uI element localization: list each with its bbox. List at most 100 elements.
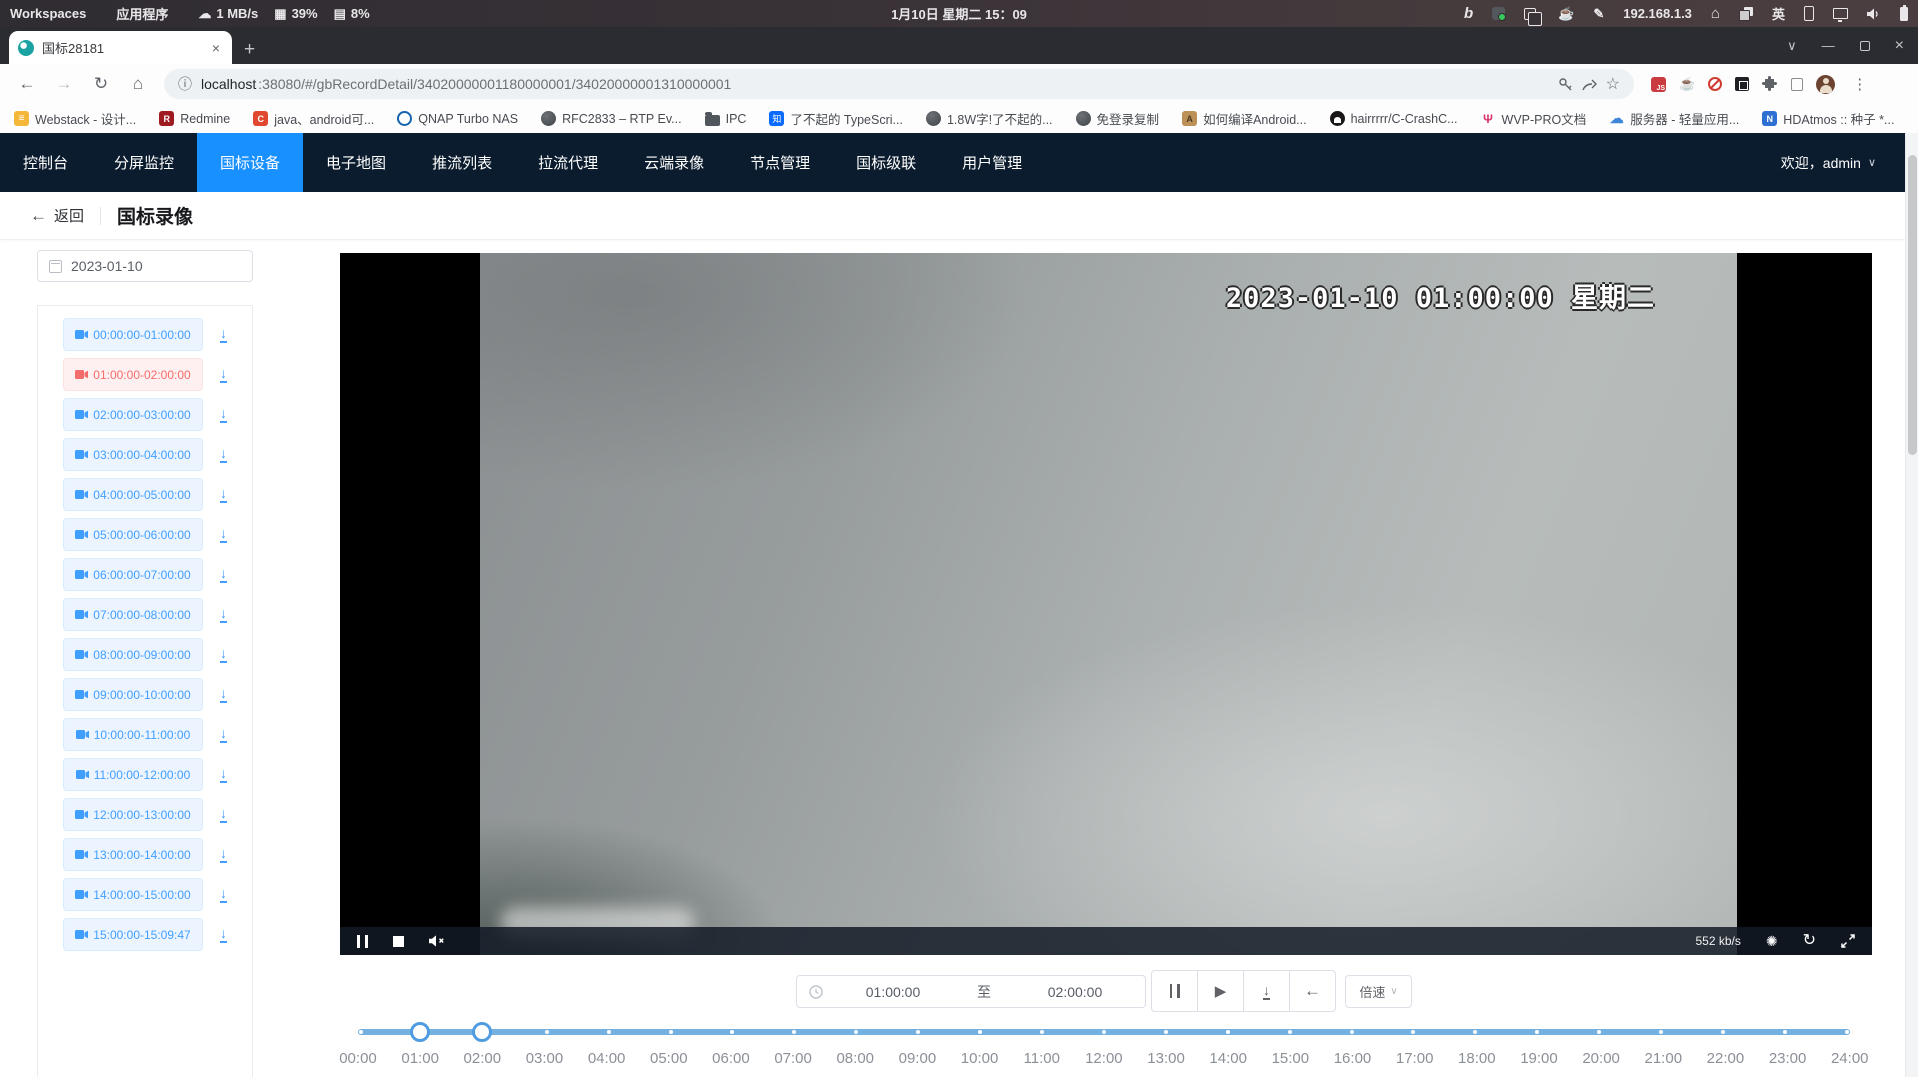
tab-search-icon[interactable]: ∨	[1787, 38, 1797, 54]
segment-button[interactable]: 05:00:00-06:00:00	[63, 518, 203, 551]
bookmark-item[interactable]: Webstack - 设计...	[14, 109, 136, 128]
browser-reload-icon[interactable]: ↻	[86, 69, 116, 99]
download-icon[interactable]: ↓	[220, 326, 227, 343]
nav-item-user-manage[interactable]: 用户管理	[939, 133, 1045, 192]
close-window-icon[interactable]: ×	[1895, 37, 1904, 55]
segment-button[interactable]: 08:00:00-09:00:00	[63, 638, 203, 671]
download-icon[interactable]: ↓	[220, 566, 227, 583]
nav-item-cloud-record[interactable]: 云端录像	[621, 133, 727, 192]
download-button[interactable]: ↓	[1243, 970, 1290, 1012]
player-refresh-icon[interactable]: ↻	[1803, 933, 1816, 949]
battery-tray-icon[interactable]	[1900, 7, 1908, 21]
speed-dropdown[interactable]: 倍速 ∨	[1345, 975, 1412, 1008]
download-icon[interactable]: ↓	[220, 766, 227, 783]
download-icon[interactable]: ↓	[220, 446, 227, 463]
download-icon[interactable]: ↓	[220, 926, 227, 943]
bookmark-item[interactable]: WVP-PRO文档	[1481, 109, 1587, 128]
download-icon[interactable]: ↓	[220, 526, 227, 543]
download-icon[interactable]: ↓	[220, 806, 227, 823]
applications-menu[interactable]: 应用程序	[116, 4, 168, 23]
time-range-picker[interactable]: 01:00:00 至 02:00:00	[796, 975, 1146, 1008]
bookmark-item[interactable]: IPC	[705, 112, 747, 126]
bookmark-item[interactable]: RFC2833 – RTP Ev...	[541, 111, 682, 126]
browser-menu-icon[interactable]: ⋮	[1852, 75, 1867, 93]
nav-item-pull-proxy[interactable]: 拉流代理	[515, 133, 621, 192]
seek-back-button[interactable]: ←	[1289, 970, 1336, 1012]
segment-button[interactable]: 00:00:00-01:00:00	[63, 318, 203, 351]
cup-extension-icon[interactable]: ☕	[1679, 76, 1695, 92]
player-mute-icon[interactable]	[429, 935, 445, 947]
play-button[interactable]: ▶	[1197, 970, 1244, 1012]
timeline-track[interactable]	[358, 1029, 1850, 1035]
bookmark-item[interactable]: Redmine	[159, 111, 230, 126]
home-tray-icon[interactable]: ⌂	[1711, 5, 1720, 22]
pen-tray-icon[interactable]: ✎	[1593, 6, 1604, 22]
nav-item-console[interactable]: 控制台	[0, 133, 91, 192]
segment-button[interactable]: 12:00:00-13:00:00	[63, 798, 203, 831]
browser-back-icon[interactable]: ←	[12, 69, 42, 99]
bookmark-item[interactable]: java、android可...	[253, 109, 374, 128]
extensions-puzzle-icon[interactable]	[1762, 76, 1778, 92]
browser-tab[interactable]: 国标28181 ×	[9, 31, 232, 64]
segment-button[interactable]: 03:00:00-04:00:00	[63, 438, 203, 471]
download-icon[interactable]: ↓	[220, 486, 227, 503]
download-icon[interactable]: ↓	[220, 406, 227, 423]
download-icon[interactable]: ↓	[220, 646, 227, 663]
segment-button[interactable]: 15:00:00-15:09:47	[63, 918, 203, 951]
phone-tray-icon[interactable]	[1804, 6, 1814, 21]
snapshot-aperture-icon[interactable]: ✺	[1766, 934, 1778, 948]
start-time-input[interactable]: 01:00:00	[823, 984, 963, 1000]
workspaces-button[interactable]: Workspaces	[10, 6, 86, 21]
js-extension-icon[interactable]	[1651, 77, 1666, 92]
segment-button[interactable]: 11:00:00-12:00:00	[63, 758, 203, 791]
page-scrollbar[interactable]	[1905, 133, 1918, 1077]
caffeine-tray-icon[interactable]: ☕	[1558, 6, 1574, 22]
bing-tray-icon[interactable]: b	[1464, 5, 1473, 22]
timeline-handle-start[interactable]	[410, 1022, 430, 1042]
download-icon[interactable]: ↓	[220, 886, 227, 903]
download-icon[interactable]: ↓	[220, 726, 227, 743]
segment-button[interactable]: 04:00:00-05:00:00	[63, 478, 203, 511]
player-stop-icon[interactable]	[393, 936, 404, 947]
segment-button[interactable]: 07:00:00-08:00:00	[63, 598, 203, 631]
clipboard-tray-icon[interactable]	[1524, 8, 1536, 20]
back-button[interactable]: ←返回	[30, 205, 84, 226]
input-method-indicator[interactable]: 英	[1772, 4, 1785, 23]
share-icon[interactable]	[1582, 77, 1597, 92]
download-icon[interactable]: ↓	[220, 846, 227, 863]
maximize-icon[interactable]	[1860, 41, 1870, 51]
segment-button[interactable]: 09:00:00-10:00:00	[63, 678, 203, 711]
password-key-icon[interactable]	[1558, 77, 1573, 92]
nav-item-node-manage[interactable]: 节点管理	[727, 133, 833, 192]
clock[interactable]: 1月10日 星期二 15：09	[891, 4, 1027, 23]
segment-button[interactable]: 10:00:00-11:00:00	[63, 718, 203, 751]
download-icon[interactable]: ↓	[220, 366, 227, 383]
player-pause-icon[interactable]	[357, 935, 368, 948]
new-tab-button[interactable]: +	[244, 40, 255, 59]
segment-button[interactable]: 06:00:00-07:00:00	[63, 558, 203, 591]
bookmark-item[interactable]: HDAtmos :: 种子 *...	[1762, 109, 1894, 128]
segment-button[interactable]: 13:00:00-14:00:00	[63, 838, 203, 871]
scrollbar-thumb[interactable]	[1908, 155, 1917, 455]
bookmark-item[interactable]: 如何编译Android...	[1182, 109, 1307, 128]
pause-button[interactable]	[1151, 970, 1198, 1012]
bookmark-item[interactable]: 服务器 - 轻量应用...	[1609, 109, 1739, 128]
video-player[interactable]: 2023-01-10 01:00:00 星期二 552 kb/s ✺ ↻	[340, 253, 1872, 955]
site-info-icon[interactable]: ⓘ	[178, 74, 192, 94]
profile-avatar[interactable]	[1816, 75, 1835, 94]
bookmark-item[interactable]: QNAP Turbo NAS	[397, 111, 518, 126]
display-tray-icon[interactable]	[1833, 8, 1848, 19]
bookmark-item[interactable]: 1.8W字!了不起的...	[926, 109, 1053, 128]
download-icon[interactable]: ↓	[220, 686, 227, 703]
browser-forward-icon[interactable]: →	[49, 69, 79, 99]
tab-close-icon[interactable]: ×	[209, 40, 223, 56]
notes-extension-icon[interactable]	[1791, 78, 1803, 91]
screenshot-tray-icon[interactable]	[1492, 7, 1505, 20]
browser-home-icon[interactable]: ⌂	[123, 69, 153, 99]
segment-button-active[interactable]: 01:00:00-02:00:00	[63, 358, 203, 391]
timeline-handle-end[interactable]	[472, 1022, 492, 1042]
segment-button[interactable]: 02:00:00-03:00:00	[63, 398, 203, 431]
nav-item-map[interactable]: 电子地图	[303, 133, 409, 192]
blocker-extension-icon[interactable]	[1708, 77, 1722, 91]
fullscreen-icon[interactable]	[1841, 934, 1855, 948]
